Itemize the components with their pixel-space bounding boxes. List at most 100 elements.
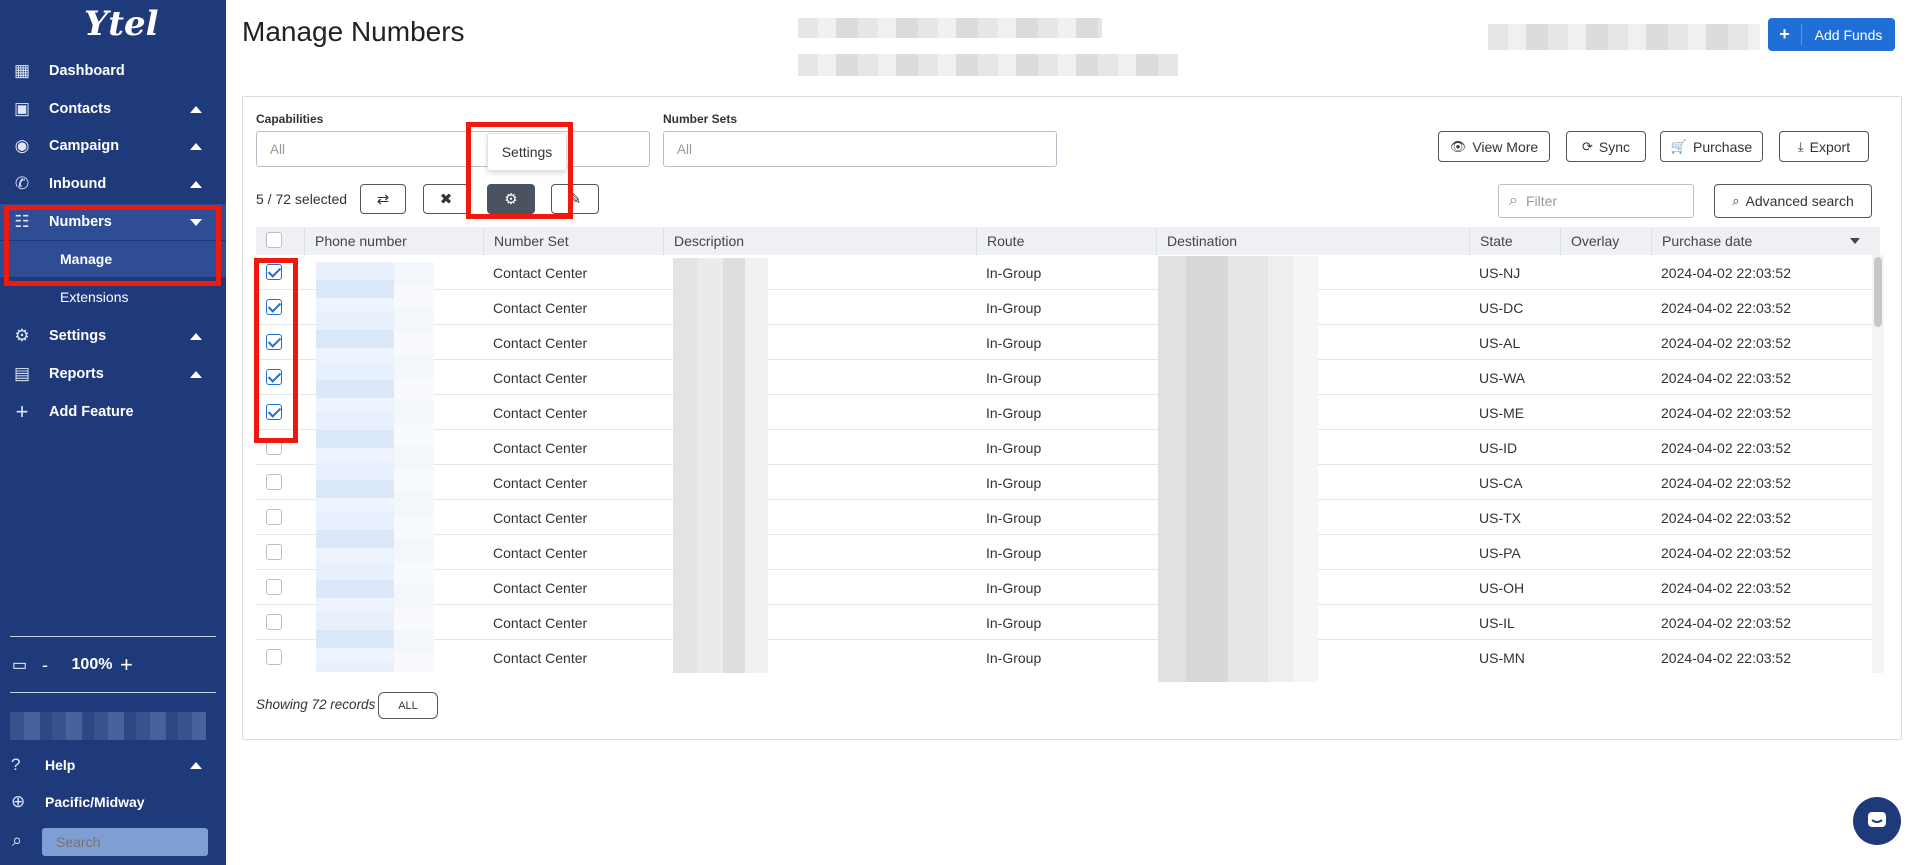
sync-button[interactable]: ⟳ Sync xyxy=(1566,131,1646,162)
sidebar-item-dashboard[interactable]: ▦ Dashboard xyxy=(0,53,226,89)
column-header-destination[interactable]: Destination xyxy=(1156,227,1469,255)
table-scrollbar-thumb[interactable] xyxy=(1874,257,1882,327)
caret-up-icon xyxy=(190,142,202,150)
sidebar-item-numbers[interactable]: ☷ Numbers xyxy=(0,204,226,240)
route-cell: In-Group xyxy=(986,299,1042,316)
table-row[interactable]: Contact Center In-Group US-CA 2024-04-02 22… xyxy=(256,465,1880,500)
redacted-destinations xyxy=(1158,256,1318,682)
route-cell: In-Group xyxy=(986,404,1042,421)
row-checkbox[interactable] xyxy=(266,299,282,315)
row-checkbox[interactable] xyxy=(266,614,282,630)
column-header-description[interactable]: Description xyxy=(663,227,976,255)
table-row[interactable]: Contact Center In-Group US-NJ 2024-04-02 22… xyxy=(256,255,1880,290)
column-header-number-set[interactable]: Number Set xyxy=(483,227,663,255)
row-checkbox[interactable] xyxy=(266,404,282,420)
row-checkbox[interactable] xyxy=(266,439,282,455)
redacted-header-info xyxy=(798,18,1102,38)
timezone-label: Pacific/Midway xyxy=(45,794,145,810)
zoom-in-button[interactable]: + xyxy=(120,652,133,678)
route-cell: In-Group xyxy=(986,439,1042,456)
zoom-out-button[interactable]: - xyxy=(42,655,64,676)
swap-button[interactable]: ⇄ xyxy=(360,184,406,214)
number-set-cell: Contact Center xyxy=(493,614,588,631)
sidebar-item-help[interactable]: ? Help xyxy=(0,748,226,782)
ytel-logo[interactable]: Ytel xyxy=(84,4,159,44)
timezone-selector[interactable]: ⊕ Pacific/Midway xyxy=(0,785,226,819)
search-icon: ⌕ xyxy=(1509,192,1518,209)
column-header-purchase-date[interactable]: Purchase date xyxy=(1651,227,1874,255)
sidebar-item-campaign[interactable]: ◉ Campaign xyxy=(0,128,226,164)
column-header-overlay[interactable]: Overlay xyxy=(1560,227,1651,255)
row-checkbox[interactable] xyxy=(266,474,282,490)
numbers-icon: ☷ xyxy=(14,212,30,231)
table-row[interactable]: Contact Center In-Group US-WA 2024-04-02 22… xyxy=(256,360,1880,395)
zoom-search-icon: ⌕ xyxy=(1732,193,1740,208)
column-header-state[interactable]: State xyxy=(1469,227,1560,255)
purchase-button[interactable]: 🛒 Purchase xyxy=(1660,131,1763,162)
table-row[interactable]: Contact Center In-Group US-ME 2024-04-02 22… xyxy=(256,395,1880,430)
sidebar-search-input[interactable] xyxy=(42,828,208,856)
number-set-cell: Contact Center xyxy=(493,509,588,526)
capabilities-select[interactable]: All xyxy=(256,131,650,167)
sidebar-item-label: Help xyxy=(45,757,76,773)
purchase-date-cell: 2024-04-02 22:03:52 xyxy=(1661,264,1791,281)
table-row[interactable]: Contact Center In-Group US-MN 2024-04-02 22… xyxy=(256,640,1880,673)
sidebar-item-settings[interactable]: ⚙ Settings xyxy=(0,318,226,354)
edit-button[interactable]: ✎ xyxy=(551,184,599,214)
advanced-search-button[interactable]: ⌕ Advanced search xyxy=(1714,184,1872,218)
number-set-cell: Contact Center xyxy=(493,474,588,491)
view-more-button[interactable]: 👁 View More xyxy=(1438,131,1550,162)
export-button[interactable]: ⤓ Export xyxy=(1779,131,1869,162)
zoom-level: 100% xyxy=(71,656,113,673)
purchase-date-cell: 2024-04-02 22:03:52 xyxy=(1661,299,1791,316)
table-row[interactable]: Contact Center In-Group US-AL 2024-04-02 22… xyxy=(256,325,1880,360)
select-all-checkbox[interactable] xyxy=(266,232,282,248)
purchase-date-cell: 2024-04-02 22:03:52 xyxy=(1661,334,1791,351)
filter-input[interactable]: ⌕ Filter xyxy=(1498,184,1694,218)
purchase-date-header-label: Purchase date xyxy=(1662,233,1753,249)
table-row[interactable]: Contact Center In-Group US-IL 2024-04-02 22… xyxy=(256,605,1880,640)
add-funds-button[interactable]: + Add Funds xyxy=(1768,18,1895,51)
clear-selection-button[interactable]: ✖ xyxy=(423,184,469,214)
column-header-phone-number[interactable]: Phone number xyxy=(304,227,483,255)
inbound-icon: ✆ xyxy=(14,174,30,193)
advanced-search-label: Advanced search xyxy=(1745,193,1854,209)
sidebar-item-inbound[interactable]: ✆ Inbound xyxy=(0,166,226,202)
sidebar-item-add-feature[interactable]: + Add Feature xyxy=(0,394,226,430)
state-cell: US-CA xyxy=(1479,474,1523,491)
route-cell: In-Group xyxy=(986,474,1042,491)
row-checkbox[interactable] xyxy=(266,264,282,280)
row-checkbox[interactable] xyxy=(266,509,282,525)
state-cell: US-AL xyxy=(1479,334,1521,351)
column-header-route[interactable]: Route xyxy=(976,227,1156,255)
number-sets-select[interactable]: All xyxy=(663,131,1057,167)
campaign-icon: ◉ xyxy=(14,136,30,155)
table-row[interactable]: Contact Center In-Group US-ID 2024-04-02 22… xyxy=(256,430,1880,465)
monitor-icon: ▭ xyxy=(12,657,28,674)
row-checkbox[interactable] xyxy=(266,334,282,350)
show-all-button[interactable]: ALL xyxy=(378,692,438,719)
row-checkbox[interactable] xyxy=(266,579,282,595)
redacted-descriptions xyxy=(673,258,768,673)
number-set-cell: Contact Center xyxy=(493,544,588,561)
chat-support-button[interactable] xyxy=(1853,797,1901,845)
table-row[interactable]: Contact Center In-Group US-DC 2024-04-02 22… xyxy=(256,290,1880,325)
export-label: Export xyxy=(1809,138,1851,155)
row-checkbox[interactable] xyxy=(266,369,282,385)
table-row[interactable]: Contact Center In-Group US-TX 2024-04-02 22… xyxy=(256,500,1880,535)
row-checkbox[interactable] xyxy=(266,544,282,560)
sidebar-item-contacts[interactable]: ▣ Contacts xyxy=(0,91,226,127)
eye-icon: 👁 xyxy=(1449,138,1467,154)
row-checkbox[interactable] xyxy=(266,649,282,665)
settings-button[interactable]: ⚙ xyxy=(487,184,535,214)
table-row[interactable]: Contact Center In-Group US-OH 2024-04-02 22… xyxy=(256,570,1880,605)
caret-down-icon xyxy=(190,218,202,226)
sync-label: Sync xyxy=(1598,138,1631,155)
number-set-cell: Contact Center xyxy=(493,369,588,386)
sidebar-subitem-extensions[interactable]: Extensions xyxy=(0,279,226,315)
sidebar-subitem-manage[interactable]: Manage xyxy=(0,241,226,277)
sidebar-item-reports[interactable]: ▤ Reports xyxy=(0,356,226,392)
gear-icon: ⚙ xyxy=(14,326,30,345)
number-set-cell: Contact Center xyxy=(493,579,588,596)
table-row[interactable]: Contact Center In-Group US-PA 2024-04-02 22… xyxy=(256,535,1880,570)
